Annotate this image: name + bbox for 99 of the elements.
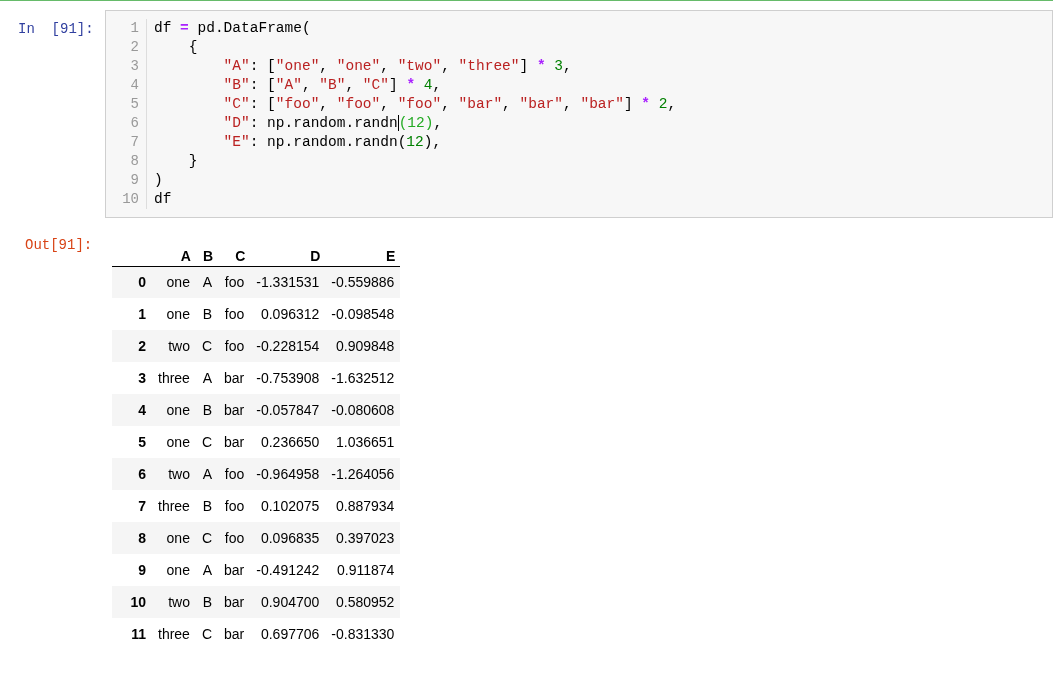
table-cell: two: [168, 337, 190, 354]
table-cell: -0.831330: [331, 625, 395, 642]
table-cell: -1.632512: [331, 369, 395, 386]
table-cell: 0.911874: [337, 561, 395, 578]
table-cell: C: [201, 529, 213, 546]
line-number: 3: [130, 57, 139, 76]
table-cell: one: [166, 273, 190, 290]
table-cell: 0.909848: [336, 337, 395, 354]
table-cell: bar: [224, 625, 245, 642]
table-cell: -1.331531: [256, 273, 320, 290]
table-cell: foo: [224, 529, 245, 546]
code-line: "A": ["one", "one", "two", "three"] * 3,: [223, 57, 572, 76]
table-cell: one: [166, 561, 190, 578]
table-cell: 0.096835: [260, 529, 320, 546]
table-cell: -0.098548: [331, 305, 395, 322]
table-cell: -0.964958: [256, 465, 320, 482]
table-cell: 0.697706: [260, 625, 320, 642]
line-number: 9: [130, 171, 139, 190]
input-prompt: In [91]:: [17, 20, 95, 39]
line-number: 2: [130, 38, 139, 57]
table-cell: foo: [224, 465, 245, 482]
table-cell: two: [168, 593, 190, 610]
row-index: 11: [131, 625, 146, 642]
table-cell: B: [202, 593, 213, 610]
table-cell: foo: [224, 497, 245, 514]
table-cell: one: [166, 433, 190, 450]
table-cell: A: [202, 369, 213, 386]
table-cell: 1.036651: [336, 433, 395, 450]
table-cell: three: [158, 497, 190, 514]
row-index: 3: [138, 369, 146, 386]
table-cell: 0.887934: [336, 497, 395, 514]
table-cell: three: [158, 369, 190, 386]
row-index: 1: [138, 305, 146, 322]
code-line: }: [188, 152, 198, 171]
code-line: df: [154, 190, 172, 209]
line-number: 5: [130, 95, 139, 114]
code-line: "B": ["A", "B", "C"] * 4,: [223, 76, 442, 95]
table-cell: -0.228154: [256, 337, 320, 354]
table-cell: 0.102075: [260, 497, 320, 514]
table-cell: bar: [224, 401, 245, 418]
column-header: D: [310, 247, 321, 264]
table-cell: 0.096312: [260, 305, 320, 322]
line-number: 8: [130, 152, 139, 171]
table-cell: A: [202, 561, 213, 578]
table-cell: bar: [224, 593, 245, 610]
code-line: {: [188, 38, 198, 57]
table-cell: C: [201, 337, 213, 354]
output-prompt: Out[91]:: [24, 236, 94, 255]
line-number: 1: [130, 19, 139, 38]
code-line: "C": ["foo", "foo", "foo", "bar", "bar", "bar"] * 2,: [223, 95, 677, 114]
table-cell: B: [202, 401, 213, 418]
table-cell: -0.753908: [256, 369, 320, 386]
table-cell: C: [201, 433, 213, 450]
line-number: 7: [130, 133, 139, 152]
table-cell: -0.559886: [331, 273, 395, 290]
table-cell: C: [201, 625, 213, 642]
row-index: 9: [138, 561, 146, 578]
table-cell: A: [202, 465, 213, 482]
column-header: A: [180, 247, 191, 264]
table-cell: -0.080608: [331, 401, 395, 418]
code-line: ): [154, 171, 163, 190]
table-cell: one: [166, 529, 190, 546]
table-cell: bar: [224, 369, 245, 386]
code-line: "E": np.random.randn(12),: [223, 133, 442, 152]
table-cell: foo: [224, 273, 245, 290]
code-line: df = pd.DataFrame(: [154, 19, 311, 38]
table-cell: -1.264056: [331, 465, 395, 482]
table-cell: two: [168, 465, 190, 482]
table-cell: one: [166, 401, 190, 418]
table-cell: -0.491242: [256, 561, 320, 578]
table-cell: 0.580952: [336, 593, 395, 610]
column-header: B: [202, 247, 214, 264]
table-cell: bar: [224, 433, 245, 450]
code-line: "D": np.random.randn(12),: [223, 114, 443, 133]
table-cell: three: [158, 625, 190, 642]
row-index: 2: [138, 337, 146, 354]
table-cell: bar: [224, 561, 245, 578]
table-cell: 0.904700: [260, 593, 320, 610]
table-cell: 0.397023: [336, 529, 395, 546]
table-cell: foo: [224, 337, 245, 354]
row-index: 5: [138, 433, 146, 450]
table-cell: 0.236650: [260, 433, 320, 450]
line-number: 6: [130, 114, 139, 133]
row-index: 6: [138, 465, 146, 482]
row-index: 8: [138, 529, 146, 546]
table-cell: B: [202, 497, 213, 514]
table-cell: B: [202, 305, 213, 322]
line-number: 4: [130, 76, 139, 95]
column-header: C: [235, 247, 246, 264]
row-index: 0: [138, 273, 146, 290]
row-index: 4: [138, 401, 146, 418]
line-number: 10: [122, 190, 139, 209]
row-index: 7: [138, 497, 146, 514]
row-index: 10: [130, 593, 146, 610]
table-cell: A: [202, 273, 213, 290]
table-cell: foo: [224, 305, 245, 322]
table-cell: one: [166, 305, 190, 322]
table-cell: -0.057847: [256, 401, 320, 418]
column-header: E: [386, 247, 396, 264]
